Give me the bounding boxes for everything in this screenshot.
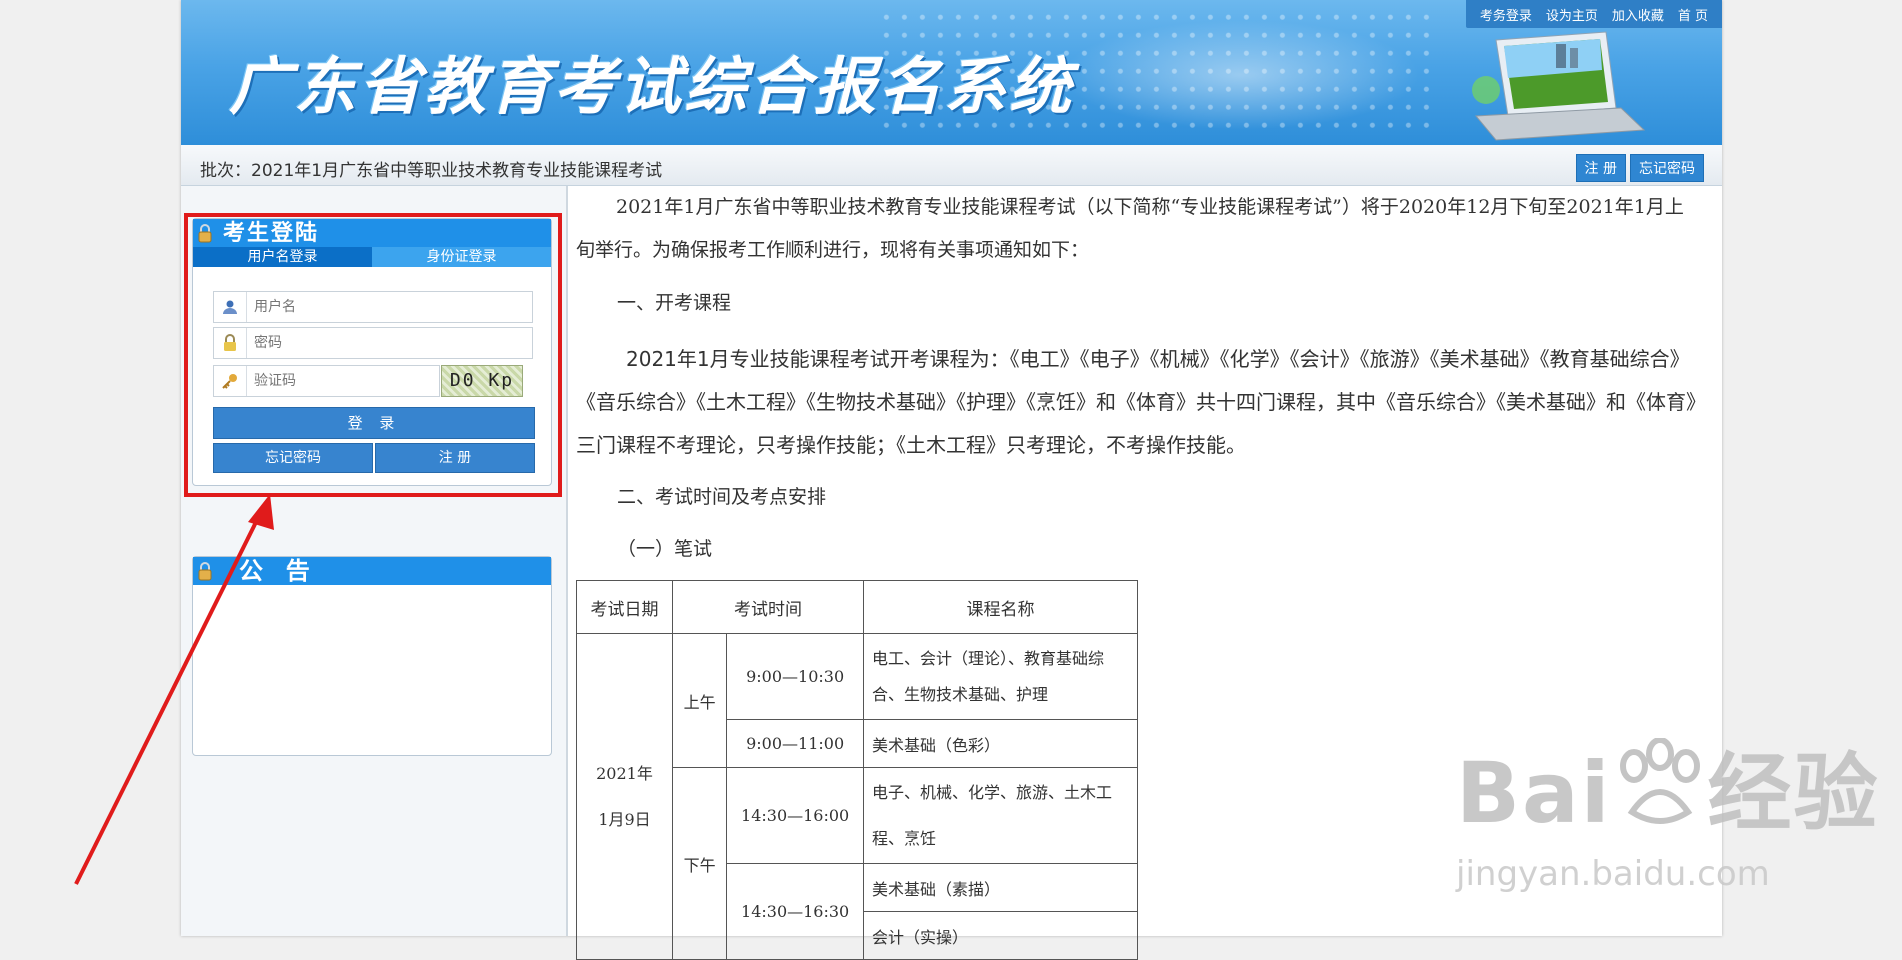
time-cell: 9:00—10:30 [726,633,864,720]
login-title: 考生登陆 [223,220,320,246]
notice-box-header: 公 告 [193,557,551,585]
register-button[interactable]: 注 册 [375,443,535,473]
am-cell: 上午 [671,633,728,768]
time-cell: 9:00—11:00 [726,719,864,768]
captcha-image[interactable]: D0 Kp [441,365,523,397]
lock-icon [198,562,212,581]
header-date: 考试日期 [576,580,673,634]
forgot-password-button-top[interactable]: 忘记密码 [1630,154,1704,182]
set-homepage-link[interactable]: 设为主页 [1546,5,1598,24]
notice-title: 公 告 [239,556,312,585]
top-links: 考务登录 设为主页 加入收藏 首 页 [1465,0,1722,28]
captcha-input[interactable] [252,370,436,392]
course-cell: 电工、会计（理论）、教育基础综合、生物技术基础、护理 [863,633,1138,720]
courses-paragraph: 2021年1月专业技能课程考试开考课程为：《电工》《电子》《机械》《化学》《会计… [576,347,1696,457]
tab-idcard-login[interactable]: 身份证登录 [372,247,551,267]
username-field [213,291,533,323]
section-heading-courses: 一、开考课程 [617,292,732,314]
table-row: 2021年 1月9日 上午 9:00—10:30 电工、会计（理论）、教育基础综… [576,633,1138,960]
register-button-top[interactable]: 注 册 [1575,154,1626,182]
login-box-header: 考生登陆 [193,219,551,247]
exam-date-cell: 2021年 1月9日 [576,633,673,960]
exam-staff-login-link[interactable]: 考务登录 [1480,5,1532,24]
batch-actions: 注 册 忘记密码 [1575,154,1704,182]
laptop-illustration [1472,31,1646,141]
password-field [213,327,533,359]
table-header-row: 考试日期 考试时间 课程名称 [576,580,1138,634]
time-cell: 14:30—16:30 [726,863,864,960]
watermark-brand: Bai [1456,744,1612,842]
paw-icon [1619,737,1700,824]
password-input[interactable] [252,332,526,354]
baidu-watermark: Bai 经验 jingyan.baidu.com [1456,726,1880,894]
intro-paragraph: 2021年1月广东省中等职业技术教育专业技能课程考试（以下简称“专业技能课程考试… [576,196,1684,261]
left-sidebar: 考生登陆 用户名登录 身份证登录 用户名 验证码 D0 Kp 登 录 忘记密码 … [181,186,568,936]
course-cell: 电子、机械、化学、旅游、土木工程、烹饪 [863,767,1138,864]
course-cell: 美术基础（素描） [863,863,1138,912]
key-icon [214,366,247,396]
add-favorite-link[interactable]: 加入收藏 [1612,5,1664,24]
time-cell: 14:30—16:00 [726,767,864,864]
section-heading-schedule: 二、考试时间及考点安排 [617,486,827,508]
forgot-password-button[interactable]: 忘记密码 [213,443,373,473]
header-banner: 广东省教育考试综合报名系统 考务登录 设为主页 加入收藏 首 页 [181,0,1722,145]
header-course: 课程名称 [863,580,1138,634]
watermark-brand2: 经验 [1707,744,1880,842]
user-icon [214,292,247,322]
subsection-written: （一）笔试 [617,538,713,560]
notice-box: 公 告 [192,556,552,756]
course-cell: 美术基础（色彩） [863,719,1138,768]
batch-bar: 批次：2021年1月广东省中等职业技术教育专业技能课程考试 注 册 忘记密码 [181,145,1722,186]
watermark-url: jingyan.baidu.com [1456,854,1770,894]
header-time: 考试时间 [672,580,864,634]
captcha-field [213,365,440,397]
padlock-icon [214,328,247,358]
lock-icon [198,224,212,243]
tab-username-login[interactable]: 用户名登录 [193,247,372,267]
batch-text: 批次：2021年1月广东省中等职业技术教育专业技能课程考试 [200,161,663,181]
banner-world-map [1061,20,1421,130]
login-box: 考生登陆 用户名登录 身份证登录 用户名 验证码 D0 Kp 登 录 忘记密码 … [192,218,552,486]
schedule-table: 考试日期 考试时间 课程名称 2021年 1月9日 上午 9:00—10:30 … [576,580,1138,960]
login-button[interactable]: 登 录 [213,407,535,439]
site-title: 广东省教育考试综合报名系统 [229,50,1075,123]
login-tabs: 用户名登录 身份证登录 [193,247,551,267]
pm-cell: 下午 [671,767,728,960]
username-input[interactable] [252,296,526,318]
home-link[interactable]: 首 页 [1678,5,1708,24]
